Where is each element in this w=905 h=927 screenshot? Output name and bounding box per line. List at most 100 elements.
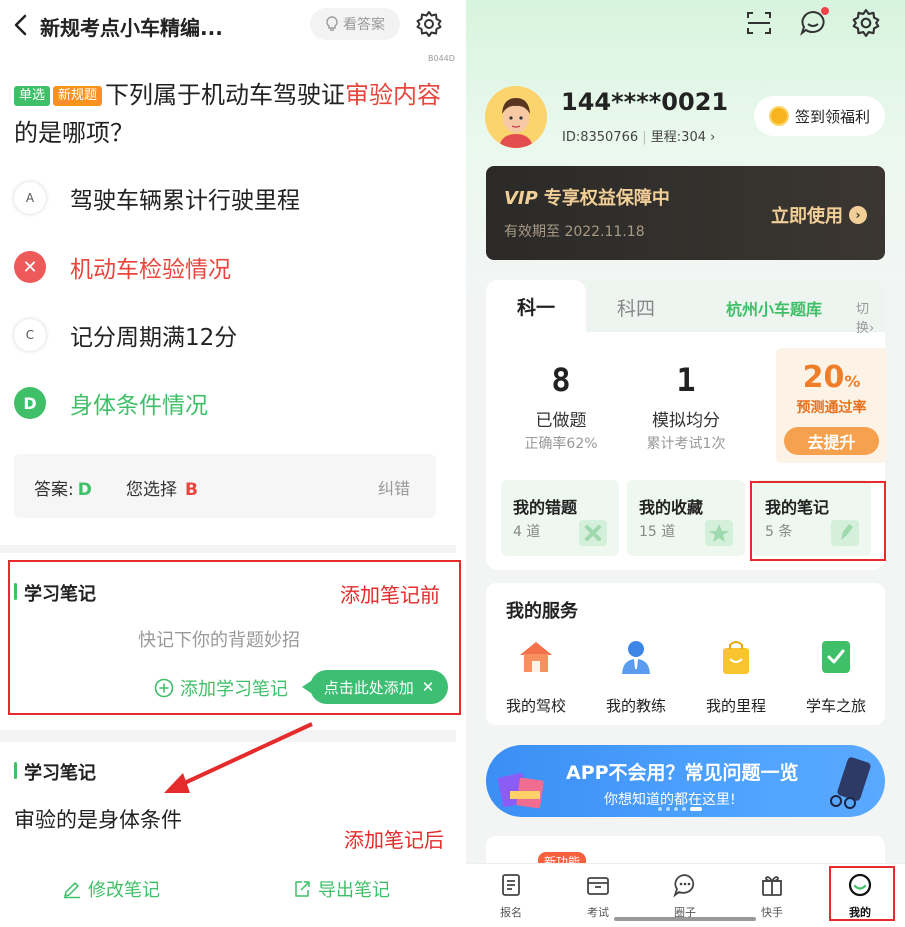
edit-note-label: 修改笔记 — [88, 880, 160, 901]
annotation-after: 添加笔记后 — [344, 828, 444, 852]
vip-use-label: 立即使用 — [771, 206, 843, 227]
shopping-bag-icon — [723, 641, 749, 674]
coin-icon — [768, 106, 789, 126]
add-note-button[interactable]: 添加学习笔记 — [154, 675, 288, 701]
stat-mock[interactable]: 1 模拟均分 累计考试1次 — [626, 360, 746, 453]
done-accuracy: 正确率62% — [524, 436, 598, 452]
add-note-label: 添加学习笔记 — [180, 679, 288, 700]
show-answer-label: 看答案 — [343, 17, 385, 33]
note-content[interactable]: 审验的是身体条件 — [14, 804, 182, 834]
settings-gear-icon[interactable] — [851, 8, 881, 38]
notes-placeholder[interactable]: 快记下你的背题妙招 — [138, 626, 300, 652]
add-note-tooltip[interactable]: 点击此处添加 ✕ — [302, 670, 448, 704]
vip-expire: 有效期至 2022.11.18 — [504, 224, 645, 240]
faq-banner[interactable]: APP不会用？常见问题一览 你想知道的都在这里! — [486, 745, 885, 817]
info-divider: | — [642, 130, 647, 145]
subject-tabs: 科一 科四 杭州小车题库 切换› — [486, 280, 885, 336]
service-driving-school[interactable]: 我的驾校 — [486, 637, 586, 716]
option-b[interactable]: ✕ 机动车检验情况 — [14, 247, 231, 287]
divider — [0, 730, 456, 742]
vip-title: VIP 专享权益保障中 — [504, 184, 670, 210]
tab-community[interactable]: 圈子 — [655, 872, 715, 920]
checkin-button[interactable]: 签到领福利 — [754, 96, 885, 136]
vip-use-button[interactable]: 立即使用 › — [771, 202, 867, 228]
chevron-right-icon: › — [849, 206, 867, 224]
favorites-card[interactable]: 我的收藏 15 道 — [627, 480, 745, 556]
star-doc-icon — [705, 520, 733, 546]
tab-label: 报名 — [500, 906, 522, 919]
option-c[interactable]: C 记分周期满12分 — [14, 315, 237, 355]
show-answer-button[interactable]: 看答案 — [310, 8, 400, 40]
cross-doc-icon — [579, 520, 607, 546]
service-label: 我的驾校 — [505, 697, 566, 715]
pagination-dot-active — [690, 807, 702, 811]
back-arrow-icon[interactable] — [10, 12, 34, 38]
tooltip-text: 点击此处添加 — [323, 678, 414, 697]
annotation-box-me-tab — [829, 866, 895, 921]
stat-done[interactable]: 8 已做题 正确率62% — [501, 360, 621, 453]
service-label: 我的教练 — [605, 697, 666, 715]
phone-glasses-icon — [830, 757, 871, 809]
report-error-button[interactable]: 纠错 — [378, 475, 410, 499]
wrong-questions-card[interactable]: 我的错题 4 道 — [501, 480, 619, 556]
profile-panel: 144****0021 ID:8350766 | 里程:304 › 签到领福利 … — [466, 0, 905, 927]
your-value: B — [185, 480, 198, 500]
switch-bank-button[interactable]: 切换› — [856, 298, 885, 336]
banner-title: APP不会用？常见问题一览 — [566, 762, 799, 784]
service-coach[interactable]: 我的教练 — [586, 637, 686, 716]
note-actions-bar: 修改笔记 导出笔记 — [0, 858, 466, 927]
user-id: ID:8350766 — [562, 130, 639, 145]
improve-button[interactable]: 去提升 — [784, 427, 879, 455]
banner-pagination — [658, 807, 702, 811]
coach-person-icon — [622, 641, 650, 674]
edit-note-button[interactable]: 修改笔记 — [62, 876, 160, 902]
export-icon — [295, 881, 310, 897]
done-label: 已做题 — [535, 411, 587, 431]
checkin-label: 签到领福利 — [794, 107, 870, 126]
service-label: 学车之旅 — [805, 697, 866, 715]
mock-count: 累计考试1次 — [646, 436, 726, 452]
option-c-text: 记分周期满12分 — [70, 325, 238, 351]
user-phone: 144****0021 — [561, 88, 729, 116]
tab-signup[interactable]: 报名 — [481, 872, 541, 920]
add-circle-icon — [154, 678, 174, 698]
settings-gear-icon[interactable] — [415, 10, 443, 38]
export-note-button[interactable]: 导出笔记 — [292, 876, 390, 902]
option-a[interactable]: A 驾驶车辆累计行驶里程 — [14, 178, 300, 218]
service-mileage[interactable]: 我的里程 — [686, 637, 786, 716]
document-icon — [502, 874, 520, 896]
option-d-text: 身体条件情况 — [70, 393, 208, 419]
pass-rate-number: 20 — [802, 360, 845, 395]
scan-icon[interactable] — [744, 8, 774, 38]
user-info[interactable]: ID:8350766 | 里程:304 › — [562, 126, 715, 145]
service-journey[interactable]: 学车之旅 — [786, 637, 886, 716]
user-mileage: 里程:304 › — [650, 130, 716, 145]
avatar[interactable] — [485, 86, 547, 148]
question-bank-name[interactable]: 杭州小车题库 — [726, 296, 822, 320]
check-clipboard-icon — [822, 641, 850, 673]
chat-bubble-icon — [673, 874, 695, 898]
tab-subject-four[interactable]: 科四 — [596, 294, 676, 321]
vip-title-text: 专享权益保障中 — [543, 188, 670, 209]
pagination-dot — [658, 807, 662, 811]
tab-exam[interactable]: 考试 — [568, 872, 628, 920]
wrong-questions-count: 4 道 — [513, 524, 541, 540]
close-icon[interactable]: ✕ — [422, 678, 435, 696]
home-indicator — [614, 917, 756, 921]
page-title: 新规考点小车精编... — [40, 16, 223, 40]
notification-dot — [821, 7, 829, 15]
done-count: 8 — [551, 361, 571, 399]
bulb-icon — [326, 16, 338, 31]
new-rule-tag: 新规题 — [53, 86, 103, 106]
vip-badge: VIP — [504, 188, 538, 209]
vip-card[interactable]: VIP 专享权益保障中 有效期至 2022.11.18 立即使用 › — [486, 166, 885, 260]
wrong-mark-icon: ✕ — [14, 251, 46, 283]
option-d[interactable]: D 身体条件情况 — [14, 383, 208, 423]
favorites-count: 15 道 — [639, 524, 676, 540]
services-card: 我的服务 我的驾校 我的教练 我的里程 学车之旅 — [486, 583, 885, 725]
tab-kuaishou[interactable]: 快手 — [742, 872, 802, 920]
option-d-badge: D — [14, 387, 46, 419]
tab-subject-one[interactable]: 科一 — [486, 280, 586, 332]
pass-rate-unit: % — [844, 372, 861, 391]
answer-summary: 答案: D 您选择 B 纠错 — [14, 454, 436, 518]
